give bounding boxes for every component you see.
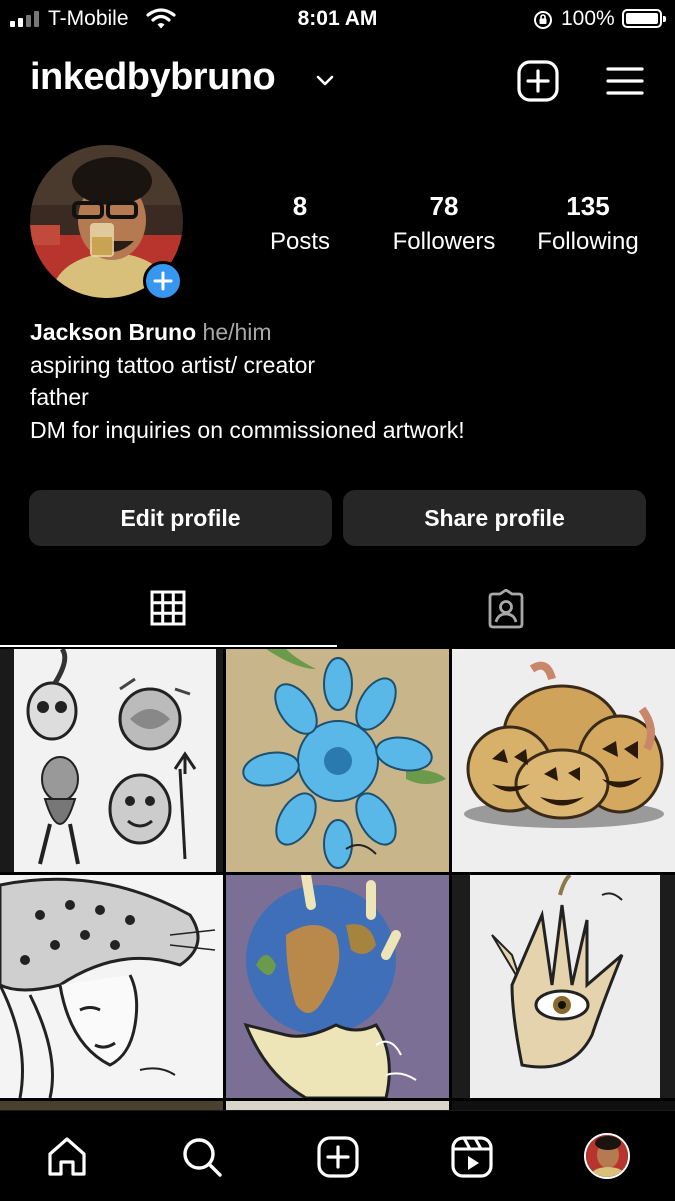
stat-value: 8 bbox=[292, 191, 308, 221]
post-thumbnail-blue-chrysanthemum[interactable] bbox=[226, 649, 449, 872]
battery-percent: 100% bbox=[561, 7, 615, 30]
profile-avatar[interactable] bbox=[584, 1133, 630, 1179]
reels-icon[interactable] bbox=[451, 1136, 493, 1178]
menu-icon[interactable] bbox=[606, 66, 644, 96]
home-icon[interactable] bbox=[46, 1136, 88, 1178]
display-name: Jackson Bruno bbox=[30, 319, 197, 345]
stat-value: 78 bbox=[429, 191, 459, 221]
battery-icon bbox=[622, 9, 666, 28]
status-bar: T-Mobile 8:01 AM 100% bbox=[0, 0, 675, 40]
create-icon[interactable] bbox=[317, 1136, 359, 1178]
post-thumbnail-partial[interactable] bbox=[226, 1101, 449, 1110]
post-thumbnail-partial[interactable] bbox=[452, 1101, 675, 1110]
bio-line: father bbox=[30, 384, 89, 410]
account-username[interactable]: inkedbybruno bbox=[30, 56, 276, 99]
bio-line: aspiring tattoo artist/ creator bbox=[30, 351, 316, 378]
tab-tagged[interactable] bbox=[338, 575, 675, 645]
post-thumbnail-partial[interactable] bbox=[0, 1101, 223, 1110]
create-post-icon[interactable] bbox=[517, 60, 559, 102]
posts-count[interactable]: 8 Posts bbox=[250, 191, 350, 256]
post-thumbnail-eye-hand[interactable] bbox=[452, 875, 675, 1098]
grid-icon bbox=[150, 590, 186, 626]
following-count[interactable]: 135 Following bbox=[528, 191, 648, 256]
post-thumbnail-pumpkins[interactable] bbox=[452, 649, 675, 872]
post-thumbnail-leopard-woman[interactable] bbox=[0, 875, 223, 1098]
chevron-down-icon[interactable] bbox=[315, 74, 335, 88]
add-story-button[interactable] bbox=[143, 261, 183, 301]
tagged-icon bbox=[488, 589, 524, 629]
post-thumbnail-flash-sheet[interactable] bbox=[0, 649, 223, 872]
share-profile-button[interactable]: Share profile bbox=[343, 490, 646, 546]
active-tab-indicator bbox=[0, 645, 337, 647]
stat-label: Followers bbox=[392, 228, 496, 255]
bio-line: DM for inquiries on commissioned artwork… bbox=[30, 416, 465, 443]
followers-count[interactable]: 78 Followers bbox=[384, 191, 504, 256]
orientation-lock-icon bbox=[534, 11, 552, 29]
post-thumbnail-hand-holding-earth[interactable] bbox=[226, 875, 449, 1098]
stat-label: Posts bbox=[269, 228, 331, 255]
edit-profile-button[interactable]: Edit profile bbox=[29, 490, 332, 546]
stat-value: 135 bbox=[566, 191, 610, 221]
search-icon[interactable] bbox=[181, 1136, 223, 1178]
stat-label: Following bbox=[537, 228, 639, 255]
pronouns: he/him bbox=[202, 319, 272, 345]
bottom-navigation bbox=[0, 1110, 675, 1201]
profile-bio: Jackson Bruno he/him aspiring tattoo art… bbox=[30, 316, 465, 446]
tab-posts-grid[interactable] bbox=[0, 575, 337, 645]
